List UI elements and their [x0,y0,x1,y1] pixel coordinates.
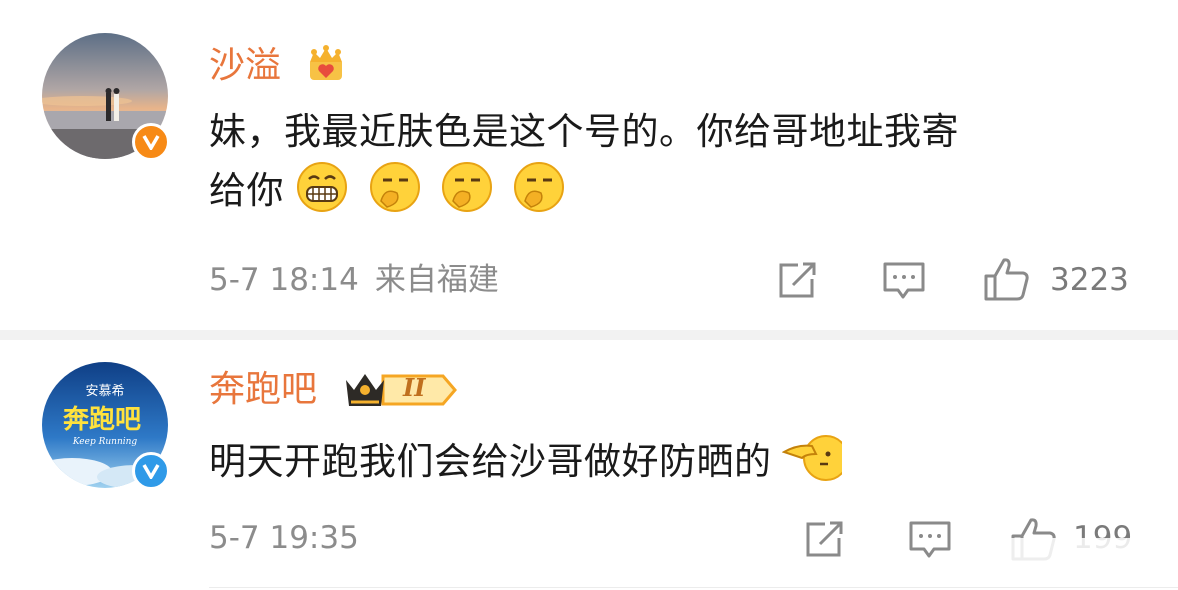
comment-item: 沙溢 妹，我最近肤色是这个号的。你给哥地址我寄 给你 5-7 18:14 来自福… [0,0,1178,332]
comment-icon[interactable] [908,520,952,560]
repost-icon[interactable] [803,520,847,560]
timestamp: 5-7 19:35 [209,520,359,556]
v-icon [142,464,160,481]
avatar[interactable]: 安慕希 奔跑吧 Keep Running [42,362,170,490]
comment-meta: 5-7 18:14 来自福建 [209,260,499,300]
divider [209,587,1178,588]
comment-text-line-tail: 给你 [209,169,284,212]
location: 来自福建 [374,262,499,298]
like-count: 3223 [1050,262,1129,298]
watermark-overlay [1004,538,1172,574]
comment-text: 明天开跑我们会给沙哥做好防晒的 [209,432,1149,491]
username[interactable]: 沙溢 [209,44,281,88]
comment-separator [0,330,1178,340]
v-icon [142,135,160,152]
timestamp: 5-7 18:14 [209,262,359,298]
verified-icon [132,123,170,161]
yawn-icon [369,162,420,212]
repost-icon[interactable] [776,261,820,301]
avatar-logo-subtext: Keep Running [72,437,138,447]
yawn-icon [441,162,492,212]
comment-text-line-2: 给你 [209,161,1149,220]
comment-icon[interactable] [882,261,926,301]
comment-item: 安慕希 奔跑吧 Keep Running 奔跑吧 II 明天开跑我们会给沙哥做好… [0,340,1178,590]
badge-level: II [403,373,426,402]
username[interactable]: 奔跑吧 [209,368,317,412]
comment-meta: 5-7 19:35 [209,518,359,558]
pointing-hand-icon [781,435,842,481]
crown-level-badge: II [343,368,457,412]
avatar-logo-text: 奔跑吧 [63,405,141,435]
avatar-sponsor-text: 安慕希 [85,384,124,399]
yawn-icon [514,162,565,212]
comment-text-line: 妹，我最近肤色是这个号的。你给哥地址我寄 [209,110,959,153]
comment-text: 妹，我最近肤色是这个号的。你给哥地址我寄 给你 [209,103,1149,220]
crown-level-badge-icon [346,374,457,406]
avatar[interactable] [42,33,170,161]
comment-text-line: 明天开跑我们会给沙哥做好防晒的 [209,440,772,483]
grin-icon [297,162,348,212]
gold-crown-heart-badge-icon [310,45,342,80]
verified-icon [132,452,170,490]
thumb-up-icon[interactable] [983,256,1031,302]
